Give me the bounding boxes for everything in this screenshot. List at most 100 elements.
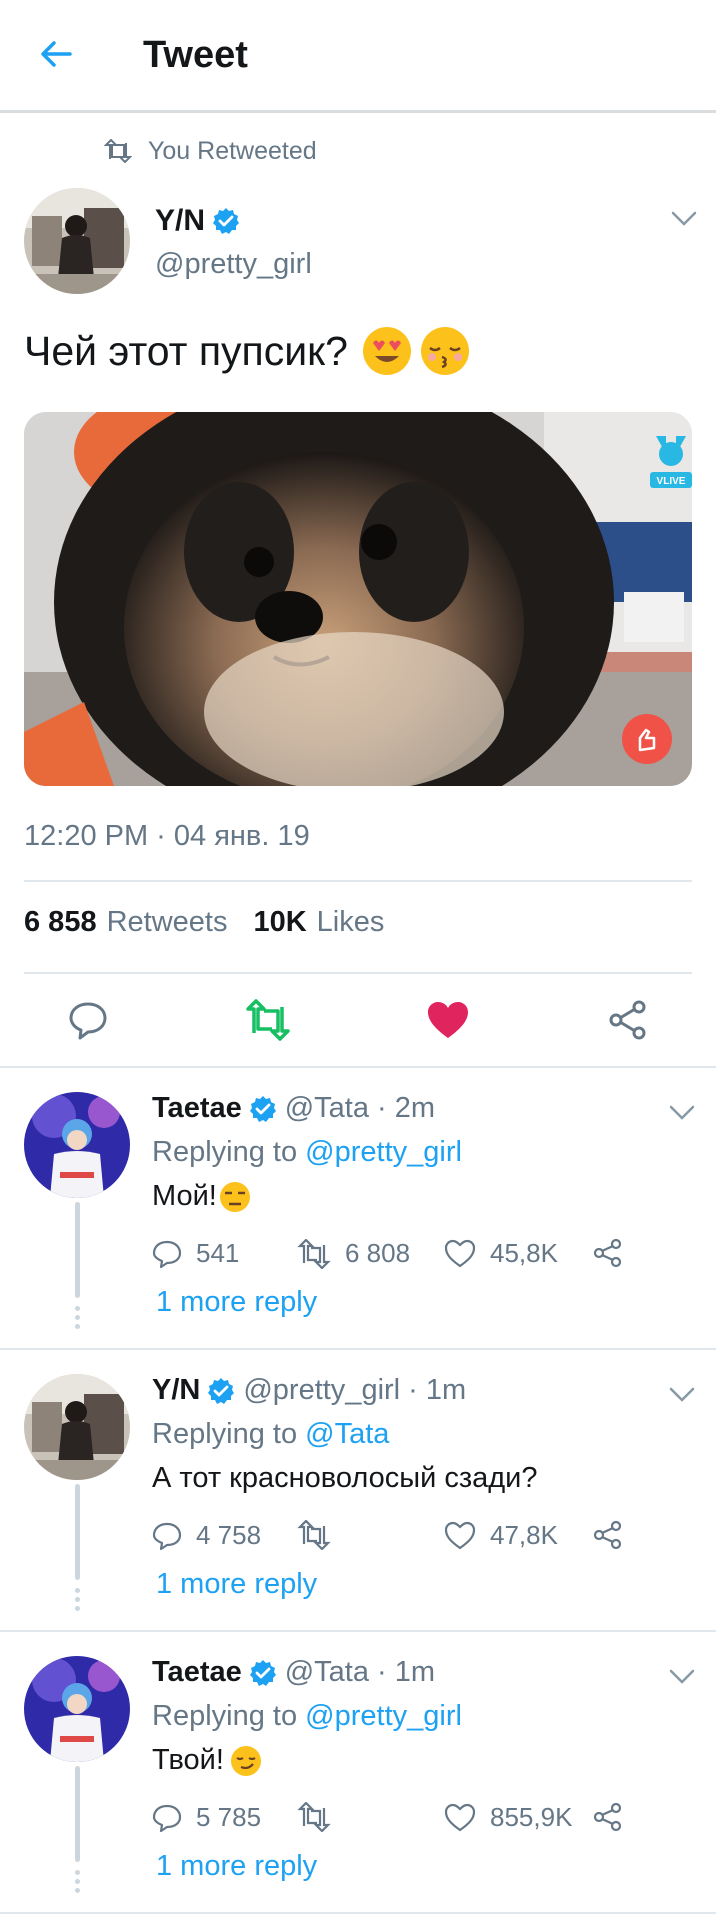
replying-to-link[interactable]: @pretty_girl bbox=[305, 1700, 462, 1732]
reply-button[interactable]: 541 bbox=[152, 1238, 239, 1269]
replying-to-prefix: Replying to bbox=[152, 1700, 298, 1732]
reply-icon bbox=[69, 1002, 107, 1040]
page-title: Tweet bbox=[143, 34, 248, 76]
replying-to-prefix: Replying to bbox=[152, 1136, 298, 1168]
finger-heart-icon[interactable] bbox=[622, 714, 672, 764]
thread-line bbox=[75, 1202, 80, 1298]
back-button[interactable] bbox=[36, 34, 76, 74]
kissing-closed-eyes-emoji bbox=[420, 326, 470, 376]
retweets-label: Retweets bbox=[106, 906, 228, 938]
thread-line bbox=[75, 1766, 80, 1862]
avatar[interactable] bbox=[24, 1092, 130, 1198]
replying-to: Replying to @Tata bbox=[152, 1418, 389, 1451]
likes-stat[interactable]: 10K Likes bbox=[253, 906, 384, 939]
avatar[interactable] bbox=[24, 188, 130, 294]
more-replies-link[interactable]: 1 more reply bbox=[156, 1568, 317, 1601]
unamused-emoji bbox=[219, 1181, 251, 1213]
reply-handle[interactable]: @Tata · 1m bbox=[285, 1656, 435, 1689]
heart-icon bbox=[444, 1521, 476, 1549]
retweet-icon bbox=[297, 1238, 331, 1269]
dog-photo bbox=[24, 412, 692, 786]
like-button[interactable]: 855,9K bbox=[444, 1802, 572, 1833]
thread-line bbox=[75, 1484, 80, 1580]
like-count: 47,8K bbox=[490, 1520, 558, 1550]
retweet-banner: You Retweeted bbox=[104, 134, 317, 168]
share-button[interactable] bbox=[592, 1520, 638, 1550]
chevron-down-icon[interactable] bbox=[668, 1104, 696, 1122]
divider bbox=[24, 880, 692, 882]
reply-icon bbox=[152, 1240, 182, 1268]
reply-handle[interactable]: @Tata · 2m bbox=[285, 1092, 435, 1125]
avatar[interactable] bbox=[24, 1656, 130, 1762]
verified-badge-icon bbox=[249, 1659, 276, 1686]
share-button[interactable] bbox=[598, 990, 658, 1050]
likes-label: Likes bbox=[316, 906, 385, 938]
arrow-left-icon bbox=[41, 41, 72, 67]
retweet-icon bbox=[104, 139, 132, 163]
reply-button[interactable]: 5 785 bbox=[152, 1802, 261, 1833]
top-bar: Tweet bbox=[0, 0, 716, 113]
reply-author-name[interactable]: Taetae bbox=[152, 1656, 242, 1689]
thread-dots bbox=[74, 1870, 81, 1897]
tweet-action-bar bbox=[0, 990, 716, 1070]
reply-count: 4 758 bbox=[196, 1520, 262, 1550]
reply-icon bbox=[152, 1804, 182, 1832]
chevron-down-icon[interactable] bbox=[668, 1386, 696, 1404]
thread-dots bbox=[74, 1306, 81, 1333]
like-button[interactable] bbox=[418, 990, 478, 1050]
more-replies-link[interactable]: 1 more reply bbox=[156, 1286, 317, 1319]
author-handle[interactable]: @pretty_girl bbox=[155, 248, 312, 281]
heart-eyes-emoji bbox=[362, 326, 412, 376]
reply-author-name[interactable]: Taetae bbox=[152, 1092, 242, 1125]
reply-text-content: Твой! bbox=[152, 1744, 224, 1776]
retweet-button[interactable] bbox=[238, 990, 298, 1050]
reply-header: Y/N @pretty_girl · 1m bbox=[152, 1374, 466, 1407]
reply-icon bbox=[152, 1522, 182, 1550]
heart-icon bbox=[428, 1002, 468, 1038]
avatar-image bbox=[24, 188, 130, 294]
verified-badge-icon bbox=[249, 1095, 276, 1122]
like-button[interactable]: 47,8K bbox=[444, 1520, 558, 1551]
reply-text: А тот красноволосый сзади? bbox=[152, 1462, 538, 1495]
avatar[interactable] bbox=[24, 1374, 130, 1480]
more-replies-link[interactable]: 1 more reply bbox=[156, 1850, 317, 1883]
tweet-timestamp: 12:20 PM · 04 янв. 19 bbox=[24, 820, 310, 852]
chevron-down-icon[interactable] bbox=[670, 210, 698, 228]
reply-author-name[interactable]: Y/N bbox=[152, 1374, 200, 1407]
replying-to-link[interactable]: @Tata bbox=[305, 1418, 389, 1450]
retweet-button[interactable] bbox=[297, 1802, 345, 1832]
reply-handle[interactable]: @pretty_girl · 1m bbox=[243, 1374, 466, 1407]
divider bbox=[0, 1912, 716, 1914]
reply-tweet[interactable]: Y/N @pretty_girl · 1m Replying to @Tata … bbox=[0, 1350, 716, 1632]
reply-tweet[interactable]: Taetae @Tata · 2m Replying to @pretty_gi… bbox=[0, 1068, 716, 1350]
retweets-stat[interactable]: 6 858 Retweets bbox=[24, 906, 227, 939]
share-button[interactable] bbox=[592, 1802, 638, 1832]
reply-action-bar: 4 758 47,8K bbox=[152, 1520, 632, 1560]
likes-count: 10K bbox=[253, 906, 307, 938]
author-name-row[interactable]: Y/N bbox=[155, 204, 240, 238]
retweet-count: 6 808 bbox=[345, 1238, 411, 1268]
share-icon bbox=[593, 1238, 622, 1268]
chevron-down-icon[interactable] bbox=[668, 1668, 696, 1686]
reply-button[interactable]: 4 758 bbox=[152, 1520, 261, 1551]
reply-tweet[interactable]: Taetae @Tata · 1m Replying to @pretty_gi… bbox=[0, 1632, 716, 1914]
retweet-button[interactable]: 6 808 bbox=[297, 1238, 410, 1269]
reply-text: Мой! bbox=[152, 1180, 251, 1213]
like-button[interactable]: 45,8K bbox=[444, 1238, 558, 1269]
share-icon bbox=[609, 1000, 646, 1040]
reply-count: 541 bbox=[196, 1238, 240, 1268]
share-button[interactable] bbox=[592, 1238, 638, 1268]
retweet-banner-label: You Retweeted bbox=[148, 136, 317, 165]
replying-to-prefix: Replying to bbox=[152, 1418, 298, 1450]
reply-button[interactable] bbox=[58, 990, 118, 1050]
tweet-text-content: Чей этот пупсик? bbox=[24, 327, 348, 374]
retweet-button[interactable] bbox=[297, 1520, 345, 1550]
share-icon bbox=[593, 1520, 622, 1550]
author-name[interactable]: Y/N bbox=[155, 204, 205, 238]
divider bbox=[24, 972, 692, 974]
tweet-media[interactable]: VLIVE bbox=[24, 412, 692, 786]
heart-icon bbox=[444, 1803, 476, 1831]
like-count: 45,8K bbox=[490, 1238, 558, 1268]
replying-to-link[interactable]: @pretty_girl bbox=[305, 1136, 462, 1168]
reply-action-bar: 5 785 855,9K bbox=[152, 1802, 632, 1842]
